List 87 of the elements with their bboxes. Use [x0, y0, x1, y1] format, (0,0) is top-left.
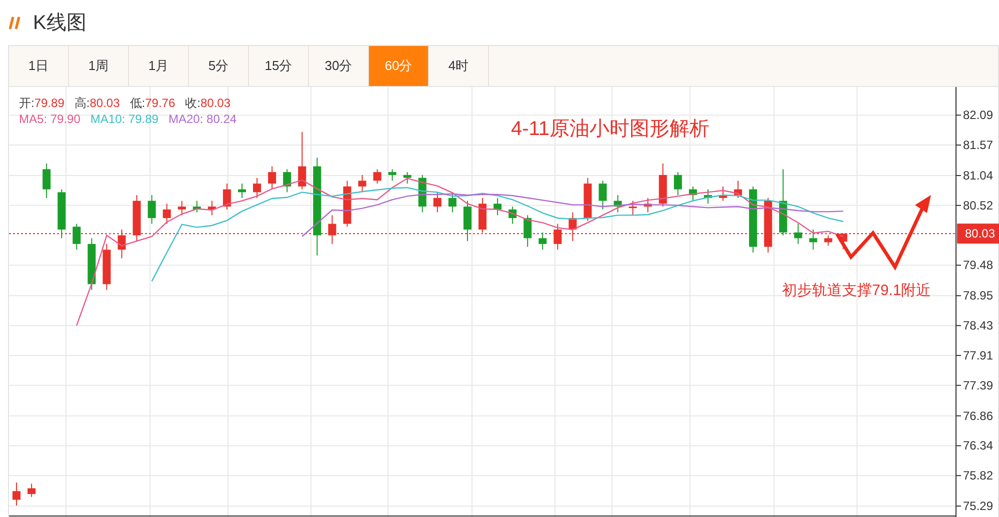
candlestick: [238, 183, 246, 198]
candlestick: [178, 200, 186, 216]
candlestick: [749, 186, 758, 254]
candlestick: [208, 200, 216, 216]
period-tab[interactable]: 1周: [69, 46, 129, 86]
candlestick: [794, 223, 802, 244]
axis-tick-label: 78.43: [963, 318, 994, 333]
candlestick: [222, 183, 231, 210]
candlestick: [12, 482, 21, 506]
candlestick: [734, 180, 742, 198]
candlestick: [674, 172, 682, 196]
period-tab[interactable]: 1月: [129, 46, 189, 86]
axis-tick-label: 82.09: [963, 108, 994, 122]
axis-tick-label: 76.34: [963, 438, 994, 453]
axis-tick-label: 81.04: [963, 168, 994, 183]
period-tab[interactable]: 1日: [9, 46, 69, 86]
axis-tick-label: 79.48: [963, 258, 994, 272]
axis-tick-label: 77.39: [963, 378, 994, 392]
price-label: 80.03: [957, 224, 999, 244]
candlestick: [779, 168, 788, 236]
legend-item: MA5: 79.90: [19, 111, 80, 127]
axis-tick-label: 77.91: [963, 348, 994, 362]
candlestick: [644, 197, 652, 213]
axis-tick-label: 80.52: [963, 198, 994, 212]
candlestick: [192, 200, 201, 213]
candlestick: [118, 229, 126, 259]
candlestick: [508, 206, 517, 224]
candlestick: [538, 232, 547, 250]
candlestick: [283, 168, 292, 193]
candlestick: [72, 223, 81, 250]
legend-item: MA20: 80.24: [168, 111, 237, 127]
candlestick: [102, 243, 111, 290]
chart-note: 初步轨道支撑79.1附近: [782, 282, 932, 299]
candlestick: [463, 200, 472, 242]
page-title: K线图: [33, 11, 86, 36]
candlestick: [658, 162, 667, 208]
candlestick: [328, 214, 336, 244]
candlestick: [298, 131, 306, 190]
legend-item: 高:80.03: [74, 95, 120, 111]
candlestick: [568, 212, 577, 242]
candlestick: [704, 188, 712, 204]
candlestick: [494, 197, 502, 216]
axis-tick-label: 75.29: [963, 499, 994, 514]
candlestick: [448, 192, 456, 213]
candlestick: [614, 194, 622, 213]
candlestick: [373, 168, 382, 184]
double-slash-icon: [9, 16, 23, 30]
candlestick: [584, 177, 592, 222]
candlestick: [478, 197, 486, 233]
period-tab[interactable]: 5分: [189, 46, 249, 86]
candlestick: [343, 180, 352, 228]
candlestick: [839, 233, 848, 250]
candlestick: [358, 174, 366, 193]
candlestick: [628, 200, 637, 216]
period-tab[interactable]: 15分: [249, 46, 309, 86]
legend-item: 收:80.03: [185, 95, 230, 111]
axis-tick-label: 76.86: [963, 408, 994, 423]
ref-line-label: 80.03: [965, 226, 996, 241]
axis-tick-label: 78.95: [963, 288, 994, 303]
candlestick: [688, 186, 697, 202]
legend-item: 低:79.76: [130, 95, 176, 111]
candlestick: [719, 186, 727, 202]
candlestick: [88, 238, 96, 290]
candlestick: [253, 177, 262, 198]
candlestick: [554, 223, 562, 250]
candlestick: [148, 194, 156, 224]
candlestick: [418, 174, 426, 213]
candlestick: [132, 194, 141, 242]
legend-item: 开:79.89: [19, 95, 64, 111]
candlestick: [524, 214, 532, 248]
candlestick: [764, 197, 772, 254]
candlestick: [433, 192, 442, 213]
candlestick: [824, 234, 832, 246]
axis-tick-label: 81.57: [963, 138, 994, 152]
candlestick: [598, 180, 607, 210]
candlestick: [42, 162, 51, 198]
candlestick: [58, 188, 66, 239]
axis-tick-label: 75.82: [963, 468, 994, 483]
candlestick: [268, 166, 276, 190]
candlestick: [388, 168, 396, 182]
candlestick: [28, 483, 36, 498]
candlestick: [403, 172, 412, 184]
chart-title: 4-11原油小时图形解析: [511, 118, 710, 140]
legend-item: MA10: 79.89: [90, 111, 158, 127]
candlestick: [809, 229, 818, 250]
candlestick: [162, 203, 171, 224]
period-tab[interactable]: 4时: [429, 46, 489, 86]
